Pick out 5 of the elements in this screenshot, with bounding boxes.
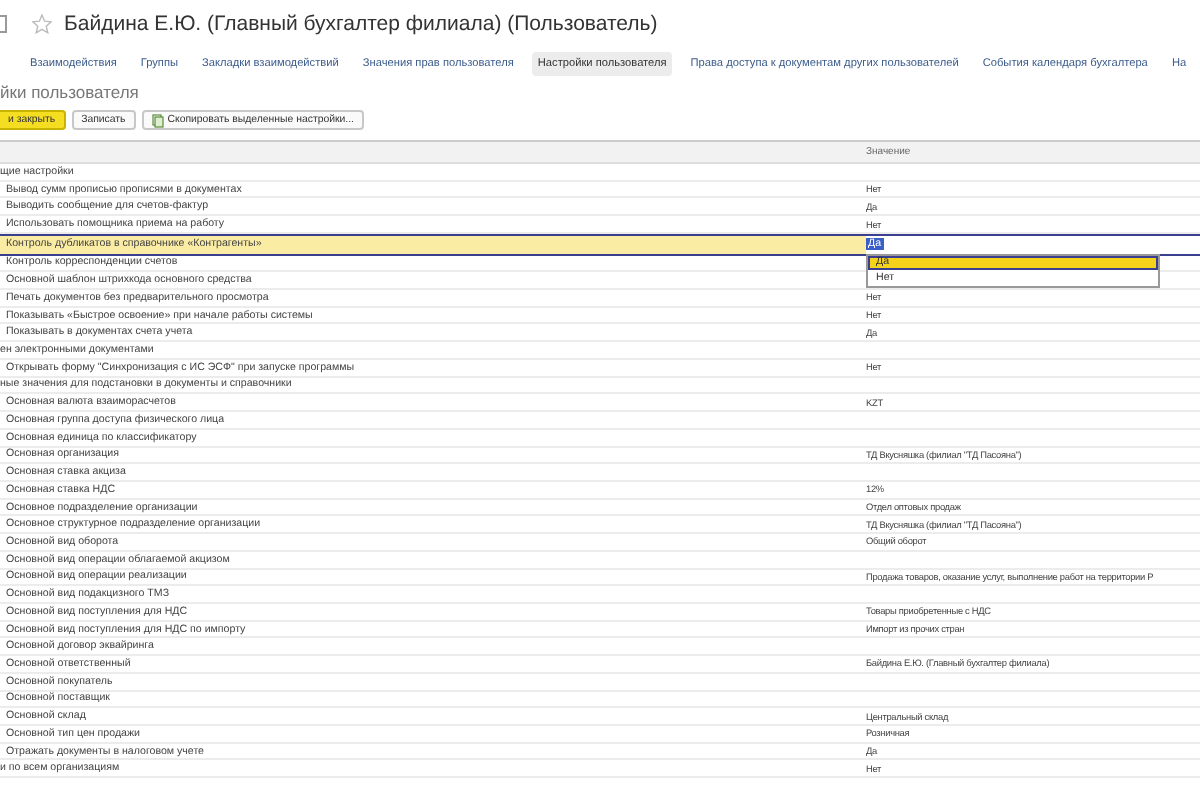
copy-icon (151, 113, 164, 127)
section-title: йки пользователя (0, 82, 141, 106)
window-title: Байдина Е.Ю. (Главный бухгалтер филиала) (Пользователь) (64, 12, 658, 36)
star-icon[interactable] (32, 14, 52, 34)
checkbox-icon[interactable] (0, 14, 8, 34)
